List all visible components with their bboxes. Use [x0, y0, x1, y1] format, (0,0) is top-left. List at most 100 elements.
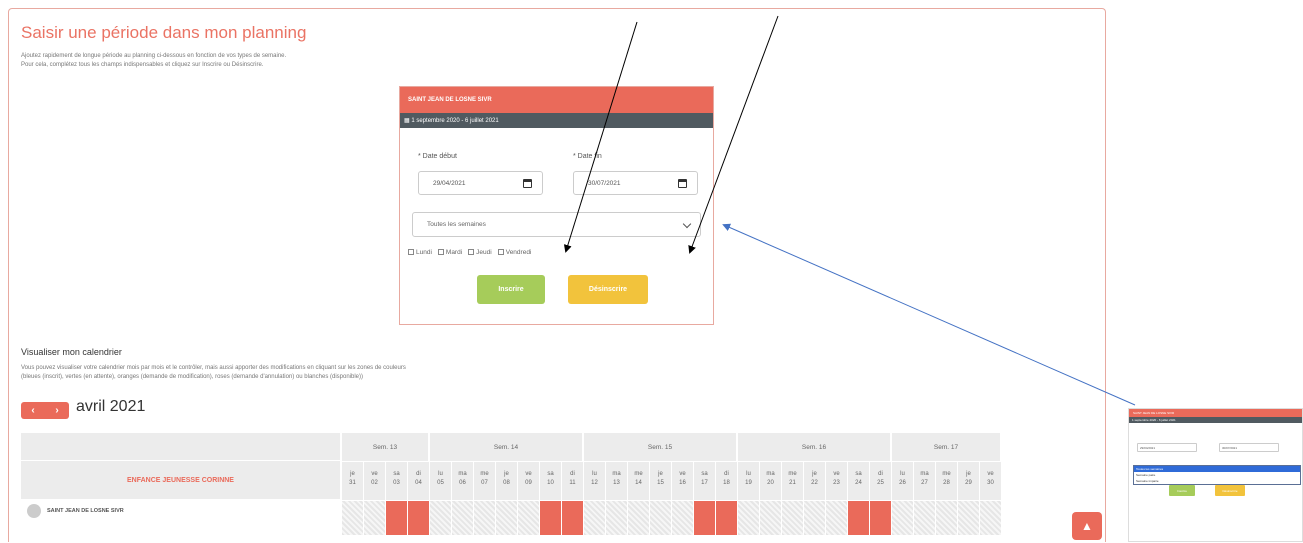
prev-month-button[interactable]: ‹ [31, 405, 34, 416]
thumb-period: 1 septembre 2020 - 6 juillet 2021 [1129, 417, 1302, 423]
calendar-cell[interactable] [738, 501, 760, 535]
calendar-grid: ENFANCE JEUNESSE CORINNE SAINT JEAN DE L… [21, 433, 1105, 543]
scroll-top-button[interactable]: ▲ [1072, 512, 1102, 540]
calendar-cell[interactable] [914, 501, 936, 535]
day-header: me 14 [628, 462, 650, 500]
calendar-cell[interactable] [958, 501, 980, 535]
row-label: SAINT JEAN DE LOSNE SIVR [21, 499, 340, 523]
day-header: di 18 [716, 462, 738, 500]
calendar-cell[interactable] [342, 501, 364, 535]
calendar-cell[interactable] [672, 501, 694, 535]
checkbox-icon[interactable] [408, 249, 414, 255]
calendar-section-title: Visualiser mon calendrier [21, 347, 122, 357]
calendar-icon: ▦ [404, 118, 410, 124]
cells-row [342, 501, 1105, 535]
desinscrire-button[interactable]: Désinscrire [568, 275, 648, 304]
day-header: ma 27 [914, 462, 936, 500]
calendar-cell[interactable] [452, 501, 474, 535]
day-header: ve 02 [364, 462, 386, 500]
day-header: di 04 [408, 462, 430, 500]
day-header: je 29 [958, 462, 980, 500]
week-header: Sem. 13 [342, 433, 430, 461]
date-debut-input[interactable]: 29/04/2021 [418, 171, 543, 195]
chevron-down-icon [682, 219, 692, 229]
checkbox-vendredi[interactable]: Vendredi [497, 249, 531, 256]
calendar-cell[interactable] [848, 501, 870, 535]
day-header: lu 26 [892, 462, 914, 500]
month-nav: ‹ › [21, 402, 69, 419]
thumb-inscrire-button: Inscrire [1169, 485, 1195, 496]
intro-line-2: Pour cela, complétez tous les champs ind… [21, 62, 264, 68]
calendar-section-text: Vous pouvez visualiser votre calendrier … [21, 364, 406, 382]
grid-left-column: ENFANCE JEUNESSE CORINNE SAINT JEAN DE L… [21, 433, 340, 523]
date-fin-input[interactable]: 30/07/2021 [573, 171, 698, 195]
calendar-picker-icon[interactable] [523, 179, 532, 188]
calendar-cell[interactable] [584, 501, 606, 535]
checkbox-icon[interactable] [497, 249, 504, 255]
day-header: ve 23 [826, 462, 848, 500]
calendar-cell[interactable] [364, 501, 386, 535]
checkbox-lundi[interactable]: Lundi [408, 249, 432, 256]
days-row: je 31 ve 02 sa 03 di 04 lu 05 ma 06 me 07 je 08 ve 09 sa 10… [342, 462, 1105, 500]
thumb-desinscrire-button: Désinscrire [1215, 485, 1245, 496]
day-header: me 21 [782, 462, 804, 500]
next-month-button[interactable]: › [55, 405, 58, 416]
calendar-cell[interactable] [386, 501, 408, 535]
calendar-picker-icon[interactable] [678, 179, 687, 188]
calendar-cell[interactable] [870, 501, 892, 535]
day-header: lu 12 [584, 462, 606, 500]
calendar-cell[interactable] [760, 501, 782, 535]
row-label-text: SAINT JEAN DE LOSNE SIVR [47, 508, 124, 514]
checkbox-label: Mardi [445, 249, 463, 256]
calendar-cell[interactable] [408, 501, 430, 535]
day-header: ma 06 [452, 462, 474, 500]
calendar-cell[interactable] [694, 501, 716, 535]
day-header: ma 13 [606, 462, 628, 500]
day-header: di 11 [562, 462, 584, 500]
calendar-cell[interactable] [430, 501, 452, 535]
site-name-header: SAINT JEAN DE LOSNE SIVR [400, 87, 713, 113]
calendar-cell[interactable] [562, 501, 584, 535]
calendar-cell[interactable] [628, 501, 650, 535]
day-header: ve 16 [672, 462, 694, 500]
calendar-cell[interactable] [474, 501, 496, 535]
page-title: Saisir une période dans mon planning [21, 23, 307, 42]
group-label: ENFANCE JEUNESSE CORINNE [21, 461, 340, 499]
calendar-cell[interactable] [540, 501, 562, 535]
thumb-week-type-dropdown[interactable]: Toutes les semaines Semaine paire Semain… [1133, 465, 1301, 485]
day-header: me 28 [936, 462, 958, 500]
checkbox-label: Jeudi [476, 249, 492, 256]
calendar-cell[interactable] [518, 501, 540, 535]
inscrire-button[interactable]: Inscrire [477, 275, 545, 304]
calendar-cell[interactable] [804, 501, 826, 535]
intro-line-1: Ajoutez rapidement de longue période au … [21, 53, 287, 59]
thumb-option[interactable]: Semaine impaire [1134, 478, 1300, 484]
day-header: di 25 [870, 462, 892, 500]
day-header: je 31 [342, 462, 364, 500]
checkbox-mardi[interactable]: Mardi [437, 249, 463, 256]
day-header: je 15 [650, 462, 672, 500]
date-debut-label: * Date début [418, 153, 457, 160]
checkbox-icon[interactable] [437, 249, 444, 255]
calendar-cell[interactable] [980, 501, 1002, 535]
calendar-cell[interactable] [782, 501, 804, 535]
calendar-cell[interactable] [892, 501, 914, 535]
week-type-value: Toutes les semaines [427, 221, 486, 228]
checkbox-icon[interactable] [468, 249, 475, 255]
checkbox-label: Lundi [416, 249, 432, 256]
calendar-cell[interactable] [650, 501, 672, 535]
calendar-cell[interactable] [716, 501, 738, 535]
week-header: Sem. 16 [738, 433, 892, 461]
week-header: Sem. 15 [584, 433, 738, 461]
period-form-card: SAINT JEAN DE LOSNE SIVR ▦ 1 septembre 2… [399, 86, 714, 325]
calendar-cell[interactable] [606, 501, 628, 535]
checkbox-jeudi[interactable]: Jeudi [468, 249, 492, 256]
calendar-cell[interactable] [496, 501, 518, 535]
week-type-select[interactable]: Toutes les semaines [412, 212, 701, 237]
period-banner: ▦ 1 septembre 2020 - 6 juillet 2021 [400, 113, 713, 128]
calendar-cell[interactable] [936, 501, 958, 535]
day-header: sa 10 [540, 462, 562, 500]
calendar-cell[interactable] [826, 501, 848, 535]
day-header: sa 17 [694, 462, 716, 500]
date-debut-value: 29/04/2021 [433, 180, 466, 187]
